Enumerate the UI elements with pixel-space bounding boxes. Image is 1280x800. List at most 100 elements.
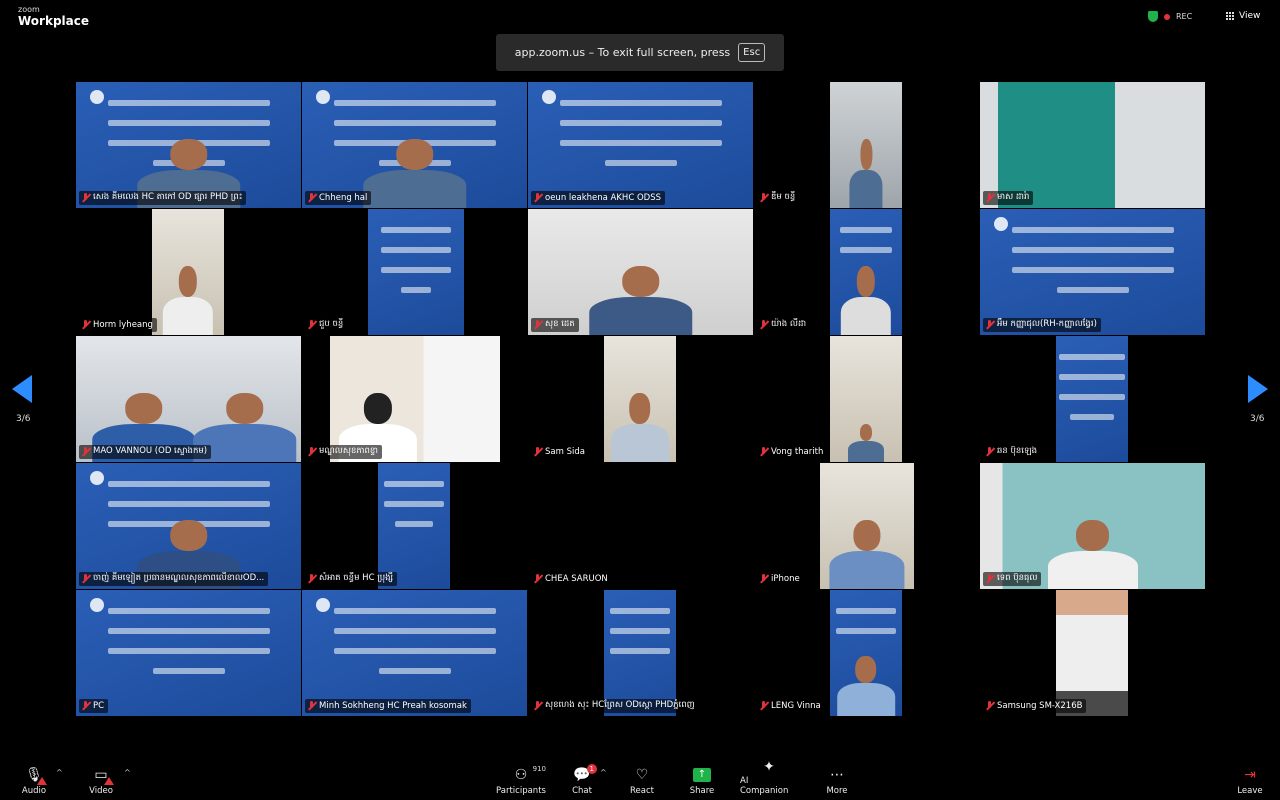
participant-name-label: Sam Sida <box>531 445 589 459</box>
participant-name-label: ជួប ចន្ធី <box>305 318 348 332</box>
mic-muted-icon <box>533 447 542 457</box>
participant-name-label: CHEA SARUON <box>531 572 612 586</box>
participant-name: LENG Vinna <box>771 701 821 711</box>
next-page-arrow-icon[interactable] <box>1248 375 1268 403</box>
participant-tile[interactable]: iPhone <box>754 463 979 589</box>
participants-button[interactable]: ⚇ 910 Participants <box>494 760 548 800</box>
heart-icon: ♡ <box>635 767 649 783</box>
mic-muted-icon <box>307 193 316 203</box>
participant-name: MAO VANNOU (OD ស្ទោងកម) <box>93 446 208 456</box>
participant-name-label: Horm lyheang <box>79 318 157 332</box>
participant-tile[interactable]: ឆន ប៊ុនឡេង <box>980 336 1205 462</box>
participant-tile[interactable]: សុខ ដេត <box>528 209 753 335</box>
rec-label: REC <box>1176 12 1193 21</box>
view-button[interactable]: View <box>1226 11 1260 21</box>
participant-name: ឆន ប៊ុនឡេង <box>997 446 1038 456</box>
participants-icon: ⚇ 910 <box>514 765 546 783</box>
participant-tile[interactable]: Minh Sokhheng HC Preah kosomak <box>302 590 527 716</box>
participant-tile[interactable]: PC <box>76 590 301 716</box>
previous-page-arrow-icon[interactable] <box>12 375 32 403</box>
participant-name: អ៊ឹម កញ្ញាជុល(RH-កញ្ញាលង្វែរ) <box>997 319 1097 329</box>
participant-name-label: Vong tharith <box>757 445 828 459</box>
participant-tile[interactable]: សុខហេង សុះ HCព្រែស ODស្ពោ PHDភ្នំពេញ <box>528 590 753 716</box>
mic-muted-icon <box>81 193 90 203</box>
participant-name: សំអាត ចន្ធីម HC ប្រុង្សី <box>319 573 394 583</box>
participant-tile[interactable]: ទេព ប៊ុនធុល <box>980 463 1205 589</box>
participant-tile[interactable]: សេង គីមលេង HC តាកៅ OD ផ្សារ PHD ព្រះ <box>76 82 301 208</box>
participant-tile[interactable]: Horm lyheang <box>76 209 301 335</box>
participant-name-label: MAO VANNOU (OD ស្ទោងកម) <box>79 445 212 459</box>
participant-name-label: សុខហេង សុះ HCព្រែស ODស្ពោ PHDភ្នំពេញ <box>531 699 699 713</box>
microphone-muted-icon: 🎙 <box>25 766 47 785</box>
mic-muted-icon <box>533 701 542 711</box>
participants-label: Participants <box>496 786 546 796</box>
mic-muted-icon <box>985 701 994 711</box>
mic-muted-icon <box>307 320 316 330</box>
participant-tile[interactable]: Chheng hal <box>302 82 527 208</box>
audio-button[interactable]: 🎙 Audio <box>18 760 50 800</box>
share-button[interactable]: ↑ Share <box>688 760 716 800</box>
participant-name-label: សេង គីមលេង HC តាកៅ OD ផ្សារ PHD ព្រះ <box>79 191 247 205</box>
audio-label: Audio <box>21 786 47 796</box>
participant-name: Horm lyheang <box>93 320 153 330</box>
mic-muted-icon <box>985 320 994 330</box>
participant-tile[interactable]: LENG Vinna <box>754 590 979 716</box>
participant-tile[interactable]: ចាញ់ គីមឡៀត ប្រធានមណ្ឌលសុខភាពលើខាលOD... <box>76 463 301 589</box>
participant-name-label: LENG Vinna <box>757 699 825 713</box>
participant-name: សុខ ដេត <box>545 319 575 329</box>
participant-tile[interactable]: Vong tharith <box>754 336 979 462</box>
participant-tile[interactable]: មណ្ឌលសុខភាពខ្ទា <box>302 336 527 462</box>
participant-tile[interactable]: អ៊ឹម កញ្ញាជុល(RH-កញ្ញាលង្វែរ) <box>980 209 1205 335</box>
more-label: More <box>826 786 848 796</box>
participant-name: ជួប ចន្ធី <box>319 319 344 329</box>
chat-options-caret-icon[interactable]: ^ <box>600 768 607 777</box>
participant-name-label: Samsung SM-X216B <box>983 699 1087 713</box>
mic-muted-icon <box>985 574 994 584</box>
participant-tile[interactable]: ឌឹម ចន្ធី <box>754 82 979 208</box>
chat-label: Chat <box>572 786 592 796</box>
encryption-shield-icon[interactable] <box>1148 11 1158 22</box>
react-button[interactable]: ♡ React <box>628 760 656 800</box>
mic-muted-icon <box>985 193 994 203</box>
audio-options-caret-icon[interactable]: ^ <box>56 768 63 777</box>
participant-name-label: យ៉ាង លីដា <box>757 318 811 332</box>
mic-muted-icon <box>81 320 90 330</box>
participant-name: Samsung SM-X216B <box>997 701 1083 711</box>
video-options-caret-icon[interactable]: ^ <box>124 768 131 777</box>
participant-name: Sam Sida <box>545 447 585 457</box>
mic-muted-icon <box>759 447 768 457</box>
ai-companion-button[interactable]: ✦ AI Companion <box>740 760 798 800</box>
chat-button[interactable]: 💬 1 Chat <box>570 760 597 800</box>
video-button[interactable]: ▭ Video <box>84 760 118 800</box>
participant-tile[interactable]: មាស ដារ៉ា <box>980 82 1205 208</box>
participant-tile[interactable]: Samsung SM-X216B <box>980 590 1205 716</box>
page-indicator-right: 3/6 <box>1250 414 1265 424</box>
view-label: View <box>1239 11 1261 21</box>
participant-tile[interactable]: MAO VANNOU (OD ស្ទោងកម) <box>76 336 301 462</box>
participant-tile[interactable]: CHEA SARUON <box>528 463 753 589</box>
toast-text: app.zoom.us – To exit full screen, press <box>514 46 731 59</box>
participant-tile[interactable]: សំអាត ចន្ធីម HC ប្រុង្សី <box>302 463 527 589</box>
participant-name: CHEA SARUON <box>545 574 608 584</box>
meeting-toolbar: 🎙 Audio ^ ▭ Video ^ ⚇ 910 Participants 💬 1… <box>0 760 1280 800</box>
fullscreen-toast: app.zoom.us – To exit full screen, press… <box>496 34 784 71</box>
participant-tile[interactable]: យ៉ាង លីដា <box>754 209 979 335</box>
recording-indicator[interactable]: REC <box>1148 11 1192 22</box>
participant-name: iPhone <box>771 574 800 584</box>
zoom-logo: zoom Workplace <box>18 6 89 28</box>
mic-muted-icon <box>81 574 90 584</box>
participant-name: PC <box>93 701 105 711</box>
chat-unread-badge: 1 <box>586 764 597 774</box>
participant-name-label: ឌឹម ចន្ធី <box>757 191 800 205</box>
mic-muted-icon <box>533 320 542 330</box>
mic-muted-icon <box>533 193 542 203</box>
participant-tile[interactable]: ជួប ចន្ធី <box>302 209 527 335</box>
participant-tile[interactable]: oeun leakhena AKHC ODSS <box>528 82 753 208</box>
participant-name: សុខហេង សុះ HCព្រែស ODស្ពោ PHDភ្នំពេញ <box>545 700 695 710</box>
video-label: Video <box>89 786 113 796</box>
mic-muted-icon <box>985 447 994 457</box>
participant-tile[interactable]: Sam Sida <box>528 336 753 462</box>
leave-button[interactable]: ⇥ Leave <box>1236 760 1264 800</box>
more-button[interactable]: ⋯ More <box>824 760 850 800</box>
mic-muted-icon <box>81 701 90 711</box>
